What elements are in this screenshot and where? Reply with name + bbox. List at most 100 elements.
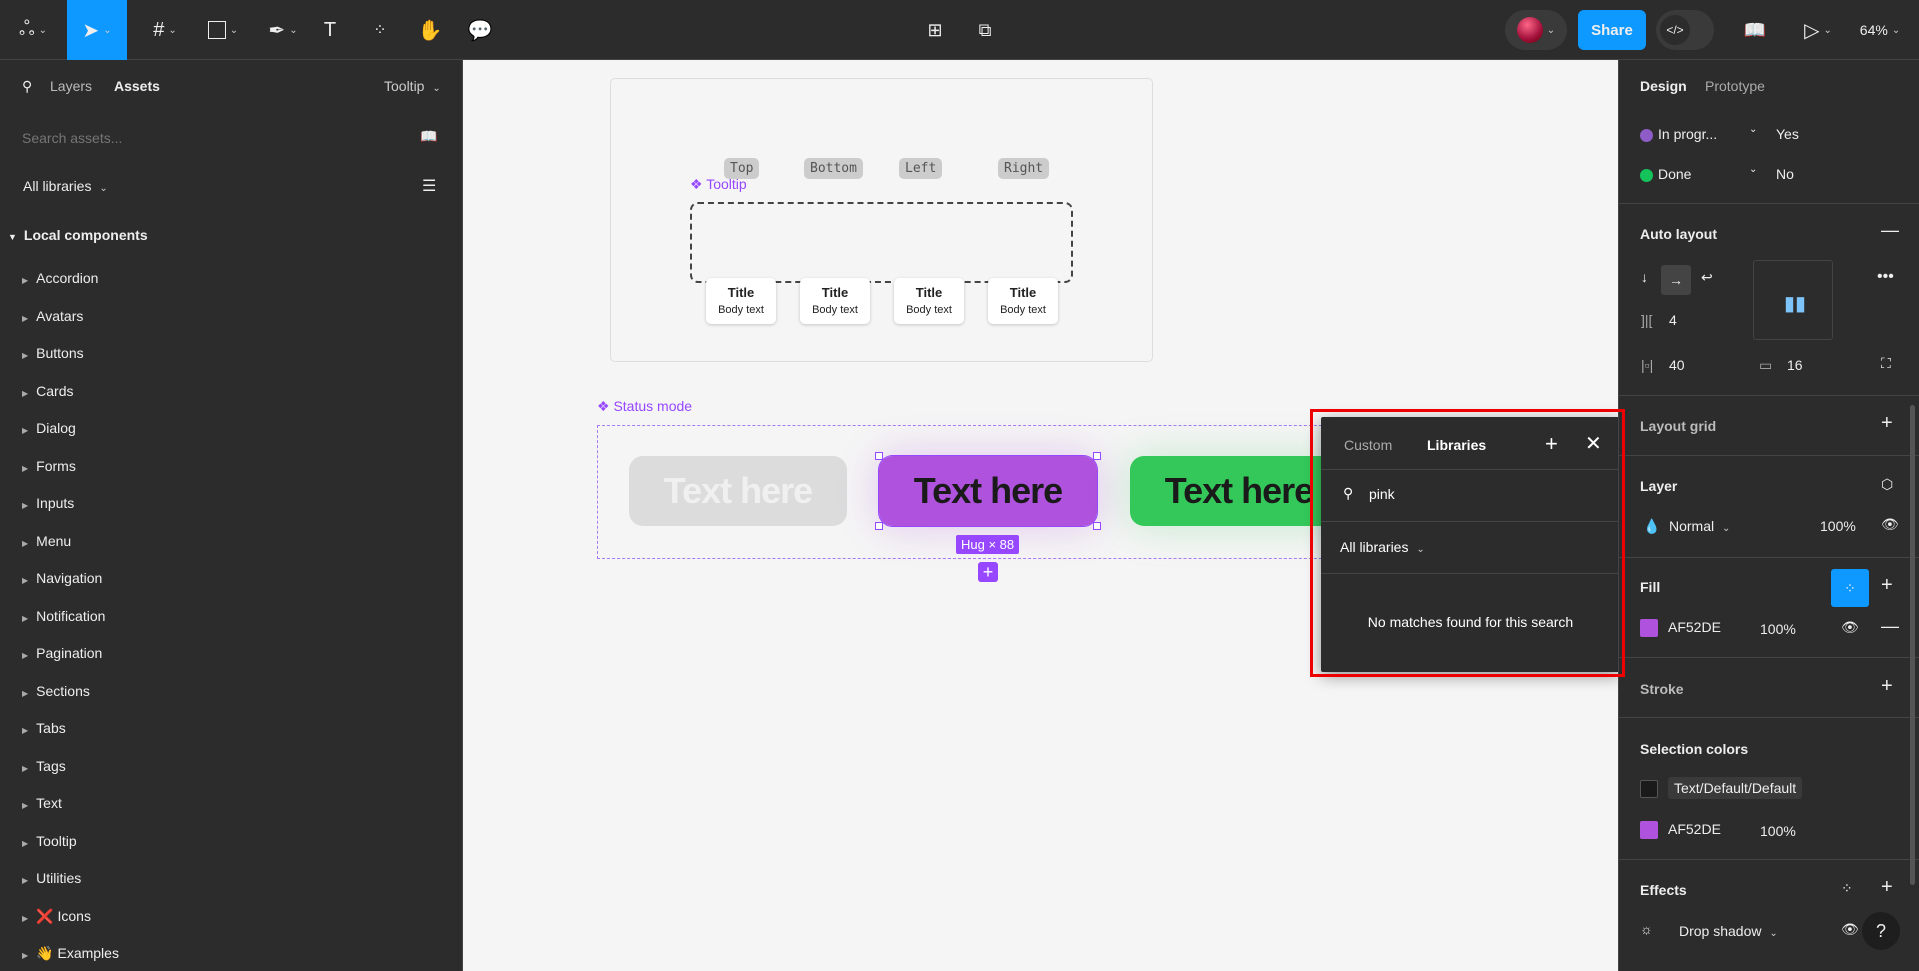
shape-tool-button[interactable]: ⌄ <box>198 0 248 60</box>
component-group-item[interactable]: ▶ Text <box>22 795 62 811</box>
variant-value[interactable]: Yes <box>1776 126 1799 142</box>
component-group-item[interactable]: ▶ Utilities <box>22 870 81 886</box>
add-stroke-icon[interactable]: + <box>1881 675 1893 698</box>
resize-handle[interactable] <box>875 522 883 530</box>
component-group-item[interactable]: ▶ Tabs <box>22 720 66 736</box>
component-group-item[interactable]: ▶ 👋 Examples <box>22 945 119 962</box>
resize-handle[interactable] <box>1093 452 1101 460</box>
component-group-item[interactable]: ▶ Sections <box>22 683 90 699</box>
comment-tool-button[interactable]: 💬 <box>465 0 495 60</box>
tooltip-component-label[interactable]: ❖ Tooltip <box>690 176 747 193</box>
independent-padding-icon[interactable]: ⛶ <box>1881 355 1891 372</box>
remove-auto-layout-icon[interactable]: — <box>1881 220 1899 241</box>
search-assets-input[interactable] <box>22 126 402 150</box>
dev-mode-toggle[interactable]: </> <box>1656 0 1714 60</box>
horizontal-padding-value[interactable]: 40 <box>1669 357 1685 373</box>
component-group-item[interactable]: ▶ Pagination <box>22 645 102 661</box>
style-grid-icon[interactable]: ⁘ <box>1831 569 1869 607</box>
component-group-item[interactable]: ▶ Navigation <box>22 570 102 586</box>
status-button-default[interactable]: Text here <box>629 456 847 526</box>
component-instance-icon[interactable]: ⬡ <box>1881 476 1893 493</box>
effect-type-dropdown[interactable]: Drop shadow ⌄ <box>1679 923 1778 939</box>
tooltip-variant[interactable]: Title Body text <box>988 278 1058 324</box>
component-group-item[interactable]: ▶ Tags <box>22 758 66 774</box>
gap-value[interactable]: 4 <box>1669 312 1677 328</box>
scrollbar[interactable] <box>1910 405 1915 885</box>
eye-icon[interactable]: 👁 <box>1881 516 1899 533</box>
placement-tag[interactable]: Bottom <box>804 158 863 179</box>
component-group-item[interactable]: ▶ Forms <box>22 458 76 474</box>
fill-swatch[interactable] <box>1640 619 1658 638</box>
variant-in-progress[interactable]: In progr... <box>1640 126 1717 142</box>
more-options-icon[interactable]: ••• <box>1877 268 1894 286</box>
tooltip-component-set[interactable] <box>690 202 1073 283</box>
variant-done[interactable]: Done <box>1640 166 1691 182</box>
eye-icon[interactable]: 👁 <box>1841 619 1859 636</box>
library-book-icon[interactable]: 📖 <box>420 128 437 145</box>
help-button[interactable]: ? <box>1862 912 1900 950</box>
placement-tag[interactable]: Left <box>899 158 943 179</box>
tab-layers[interactable]: Layers <box>50 78 92 94</box>
local-components-header[interactable]: ▼ Local components <box>8 227 148 243</box>
component-group-item[interactable]: ▶ Inputs <box>22 495 74 511</box>
chevron-down-icon[interactable]: ⌄ <box>1749 164 1757 175</box>
tooltip-variant[interactable]: Title Body text <box>706 278 776 324</box>
add-layout-grid-icon[interactable]: + <box>1881 412 1893 435</box>
resources-button[interactable]: ⁘ <box>365 0 395 60</box>
component-group-item[interactable]: ▶ Notification <box>22 608 105 624</box>
status-button-in-progress[interactable]: Text here <box>878 455 1098 527</box>
fill-row[interactable]: AF52DE <box>1640 619 1721 638</box>
status-mode-label[interactable]: ❖ Status mode <box>597 398 692 415</box>
component-group-item[interactable]: ▶ Avatars <box>22 308 83 324</box>
chevron-down-icon[interactable]: ⌄ <box>1749 124 1757 135</box>
tab-prototype[interactable]: Prototype <box>1705 78 1765 94</box>
alignment-grid[interactable]: ▮▮ <box>1753 260 1833 340</box>
selection-swatch[interactable] <box>1640 821 1658 840</box>
tooltip-variant[interactable]: Title Body text <box>800 278 870 324</box>
selection-opacity[interactable]: 100% <box>1760 823 1796 839</box>
eye-icon[interactable]: 👁 <box>1841 921 1859 938</box>
grid-view-button[interactable]: ⊞ <box>920 0 950 60</box>
pen-tool-button[interactable]: ✒ ⌄ <box>258 0 308 60</box>
resize-handle[interactable] <box>875 452 883 460</box>
add-fill-icon[interactable]: + <box>1881 574 1893 597</box>
main-menu-button[interactable]: ஃ ⌄ <box>10 0 56 60</box>
hand-tool-button[interactable]: ✋ <box>415 0 445 60</box>
share-button[interactable]: Share <box>1578 0 1646 60</box>
wrap-icon[interactable]: ↩ <box>1701 269 1713 286</box>
selection-color-row[interactable]: AF52DE <box>1640 821 1721 840</box>
vertical-direction-icon[interactable]: ↓ <box>1641 269 1648 285</box>
user-avatar-button[interactable]: ⌄ <box>1505 0 1567 60</box>
component-group-item[interactable]: ▶ Buttons <box>22 345 84 361</box>
tab-assets[interactable]: Assets <box>114 78 160 94</box>
tab-design[interactable]: Design <box>1640 78 1687 94</box>
component-group-item[interactable]: ▶ Cards <box>22 383 74 399</box>
resize-handle[interactable] <box>1093 522 1101 530</box>
remove-fill-icon[interactable]: — <box>1881 616 1899 637</box>
horizontal-direction-icon[interactable]: → <box>1661 265 1691 295</box>
tooltip-variant[interactable]: Title Body text <box>894 278 964 324</box>
crop-button[interactable]: ⧉ <box>970 0 1000 60</box>
style-grid-icon[interactable]: ⁘ <box>1841 880 1853 897</box>
zoom-dropdown[interactable]: 64% ⌄ <box>1850 0 1910 60</box>
placement-tag[interactable]: Right <box>998 158 1050 179</box>
frame-tool-button[interactable]: # ⌄ <box>140 0 190 60</box>
variant-value[interactable]: No <box>1776 166 1794 182</box>
component-group-item[interactable]: ▶ ❌ Icons <box>22 908 91 925</box>
selection-color-style[interactable]: Text/Default/Default <box>1640 777 1803 799</box>
blend-mode-dropdown[interactable]: Normal ⌄ <box>1669 518 1730 534</box>
move-tool-button[interactable]: ➤ ⌄ <box>67 0 127 60</box>
add-effect-icon[interactable]: + <box>1881 876 1893 899</box>
present-button[interactable]: ▷ ⌄ <box>1798 0 1838 60</box>
list-view-icon[interactable]: ☰ <box>422 176 436 196</box>
component-group-item[interactable]: ▶ Dialog <box>22 420 76 436</box>
component-group-item[interactable]: ▶ Menu <box>22 533 71 549</box>
add-item-plus-icon[interactable]: + <box>978 562 998 582</box>
text-tool-button[interactable]: T <box>315 0 345 60</box>
vertical-padding-value[interactable]: 16 <box>1787 357 1803 373</box>
page-select[interactable]: Tooltip ⌄ <box>384 78 441 94</box>
library-button[interactable]: 📖 <box>1740 0 1770 60</box>
search-icon[interactable]: ⚲ <box>22 78 32 95</box>
fill-opacity[interactable]: 100% <box>1760 621 1796 637</box>
component-group-item[interactable]: ▶ Accordion <box>22 270 98 286</box>
